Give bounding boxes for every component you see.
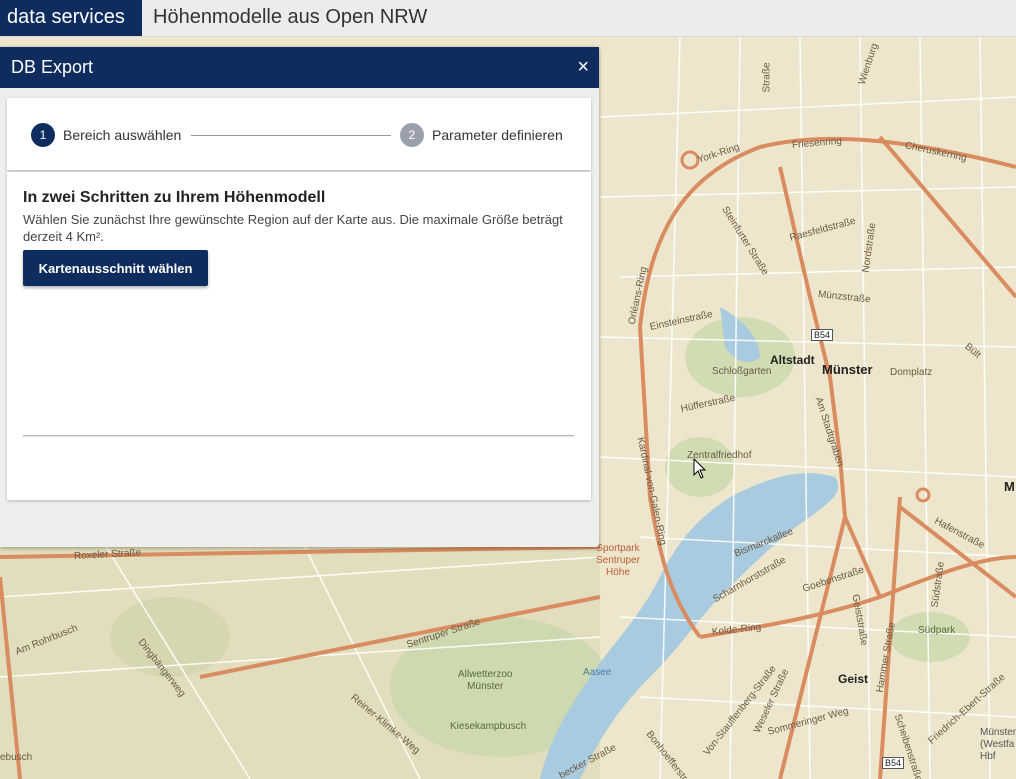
map-label-strasse-top: Straße <box>761 62 773 93</box>
map-label-sportpark: Sportpark Sentruper Höhe <box>596 543 640 578</box>
content-divider <box>23 435 574 436</box>
step-content: In zwei Schritten zu Ihrem Höhenmodell W… <box>7 172 591 500</box>
db-export-dialog: DB Export × 1 Bereich auswählen 2 Parame… <box>0 47 599 547</box>
content-description: Wählen Sie zunächst Ihre gewünschte Regi… <box>23 212 563 244</box>
dialog-title: DB Export <box>11 57 94 77</box>
step-1-number: 1 <box>31 123 55 147</box>
map-label-kiesekampbusch: Kiesekampbusch <box>450 721 527 732</box>
step-1[interactable]: 1 Bereich auswählen <box>31 123 181 147</box>
close-icon[interactable]: × <box>577 47 589 88</box>
mouse-cursor-icon <box>693 458 707 479</box>
step-2-number: 2 <box>400 123 424 147</box>
select-map-area-button[interactable]: Kartenausschnitt wählen <box>23 250 208 286</box>
stepper: 1 Bereich auswählen 2 Parameter definier… <box>7 98 591 170</box>
map-shield-b54: B54 <box>811 329 834 341</box>
step-2[interactable]: 2 Parameter definieren <box>400 123 563 147</box>
map-label-ebusch: ebusch <box>0 752 33 763</box>
map-label-m-edge: M <box>1004 479 1015 494</box>
map-shield-b54-south: B54 <box>882 757 905 769</box>
map-label-muenster: Münster <box>822 362 873 377</box>
map-label-altstadt: Altstadt <box>770 353 815 367</box>
app-title: Höhenmodelle aus Open NRW <box>153 6 428 28</box>
step-connector <box>191 135 391 136</box>
dialog-header: DB Export × <box>0 47 599 88</box>
step-2-label: Parameter definieren <box>432 127 563 143</box>
map-label-allwetterzoo: Allwetterzoo Münster <box>458 669 513 692</box>
brand-logo[interactable]: data services <box>0 0 142 36</box>
map-label-domplatz: Domplatz <box>890 367 933 378</box>
map-label-schlossgarten: Schloßgarten <box>712 366 772 377</box>
step-1-label: Bereich auswählen <box>63 127 182 143</box>
map-label-geist: Geist <box>838 672 869 686</box>
content-heading: In zwei Schritten zu Ihrem Höhenmodell <box>23 189 326 206</box>
map-label-aasee: Aasee <box>583 667 612 678</box>
map-label-muenster-hbf: Münster (Westfa Hbf <box>980 727 1016 762</box>
map-label-suedpark: Südpark <box>918 625 956 636</box>
top-bar: data services Höhenmodelle aus Open NRW <box>0 0 1016 37</box>
